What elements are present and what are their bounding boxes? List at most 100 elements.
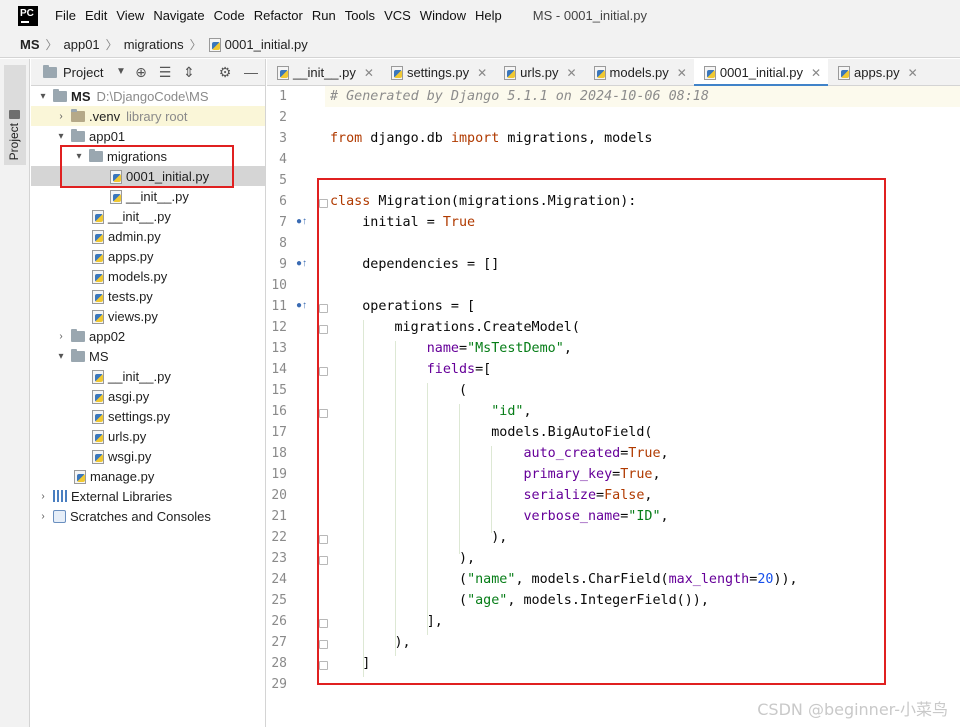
close-icon[interactable]: ✕ [677,66,687,80]
override-marker-icon[interactable]: ●↑ [296,258,310,269]
chevron-down-icon[interactable]: ▾ [37,91,49,102]
close-icon[interactable]: ✕ [566,66,576,80]
tab-label: apps.py [854,65,900,80]
menu-tools[interactable]: Tools [341,8,379,23]
tree-item-label: models.py [108,268,168,284]
python-file-icon [837,66,851,80]
menu-run[interactable]: Run [308,8,340,23]
breadcrumb-app01[interactable]: app01 [64,37,100,52]
annotation-box-tree [60,145,234,188]
hide-icon[interactable]: — [243,64,259,80]
code-text: migrations, models [499,131,653,146]
line-number: 23 [271,551,287,566]
tree-item-app02[interactable]: › app02 [31,326,265,346]
menu-view[interactable]: View [112,8,148,23]
close-icon[interactable]: ✕ [477,66,487,80]
tree-item-venv[interactable]: › .venv library root [31,106,265,126]
tree-item-label: apps.py [108,248,154,264]
folder-icon [71,328,85,342]
line-number: 15 [271,383,287,398]
menu-window[interactable]: Window [416,8,470,23]
tab-settings[interactable]: settings.py ✕ [381,59,494,86]
tree-item-label: __init__.py [108,208,171,224]
tree-item-label: Scratches and Consoles [70,508,211,524]
tree-item-views[interactable]: views.py [31,306,265,326]
tab-models[interactable]: models.py ✕ [584,59,694,86]
tree-item-asgi[interactable]: asgi.py [31,386,265,406]
line-number: 3 [279,131,287,146]
tree-item-models[interactable]: models.py [31,266,265,286]
chevron-right-icon[interactable]: › [55,111,67,122]
breadcrumb-file[interactable]: 0001_initial.py [225,37,308,52]
chevron-down-icon[interactable]: ▾ [55,131,67,142]
breadcrumb-migrations[interactable]: migrations [124,37,184,52]
menu-edit[interactable]: Edit [81,8,111,23]
folder-icon [9,110,20,119]
close-icon[interactable]: ✕ [364,66,374,80]
tree-item-label: app02 [89,328,126,344]
chevron-right-icon[interactable]: › [37,491,49,502]
chevron-down-icon[interactable]: ▼ [113,64,129,80]
tree-item-migrations-init[interactable]: __init__.py [31,186,265,206]
tree-item-app01-init[interactable]: __init__.py [31,206,265,226]
close-icon[interactable]: ✕ [811,66,821,80]
tree-item-tests[interactable]: tests.py [31,286,265,306]
tree-item-urls[interactable]: urls.py [31,426,265,446]
tree-item-external-libraries[interactable]: › External Libraries [31,486,265,506]
menu-help[interactable]: Help [471,8,506,23]
tree-item-app01[interactable]: ▾ app01 [31,126,265,146]
code-keyword: from [330,131,363,146]
chevron-right-icon[interactable]: › [55,331,67,342]
tab-label: models.py [609,65,669,80]
tree-item-ms-init[interactable]: __init__.py [31,366,265,386]
tree-item-admin[interactable]: admin.py [31,226,265,246]
line-number: 16 [271,404,287,419]
menu-refactor[interactable]: Refactor [250,8,307,23]
window-title: MS - 0001_initial.py [532,8,647,23]
tree-item-settings[interactable]: settings.py [31,406,265,426]
expand-all-icon[interactable]: ⇕ [181,64,197,80]
line-number: 26 [271,614,287,629]
line-number: 9 [279,257,287,272]
locate-icon[interactable]: ⊕ [133,64,149,80]
python-file-icon [91,389,104,404]
menu-navigate[interactable]: Navigate [149,8,208,23]
tree-item-ms-root[interactable]: ▾ MS D:\DjangoCode\MS [31,86,265,106]
menu-vcs[interactable]: VCS [380,8,415,23]
tree-item-apps[interactable]: apps.py [31,246,265,266]
tree-item-label: .venv [89,108,121,124]
chevron-down-icon[interactable]: ▾ [55,351,67,362]
gear-icon[interactable]: ⚙ [217,64,233,80]
chevron-right-icon: 〉 [189,37,202,52]
breadcrumb-project[interactable]: MS [20,37,40,52]
tree-item-wsgi[interactable]: wsgi.py [31,446,265,466]
tree-item-label: admin.py [108,228,161,244]
line-number: 19 [271,467,287,482]
python-file-icon [91,209,104,224]
code-line-3: from django.db import migrations, models [330,128,653,149]
tab-urls[interactable]: urls.py ✕ [494,59,583,86]
chevron-right-icon[interactable]: › [37,511,49,522]
tab-0001-initial[interactable]: 0001_initial.py ✕ [693,59,829,87]
tab-label: urls.py [520,65,559,80]
close-icon[interactable]: ✕ [908,66,918,80]
override-marker-icon[interactable]: ●↑ [296,216,310,227]
tab-init[interactable]: __init__.py ✕ [267,59,381,86]
tree-item-ms-package[interactable]: ▾ MS [31,346,265,366]
collapse-all-icon[interactable]: ☰ [157,64,173,80]
tree-item-label: manage.py [90,468,155,484]
python-file-icon [208,37,221,52]
line-number: 25 [271,593,287,608]
editor-tabs: __init__.py ✕ settings.py ✕ urls.py ✕ mo… [267,59,960,87]
menu-code[interactable]: Code [210,8,249,23]
tab-label: __init__.py [293,65,356,80]
breadcrumb: MS 〉 app01 〉 migrations 〉 0001_initial.p… [0,31,960,58]
tab-label: settings.py [406,65,470,80]
python-file-icon [503,66,517,80]
tree-item-scratches[interactable]: › Scratches and Consoles [31,506,265,526]
project-view-selector[interactable]: Project [63,65,103,80]
menu-file[interactable]: File [51,8,80,23]
override-marker-icon[interactable]: ●↑ [296,300,310,311]
tab-apps[interactable]: apps.py ✕ [828,59,925,86]
tree-item-manage[interactable]: manage.py [31,466,265,486]
